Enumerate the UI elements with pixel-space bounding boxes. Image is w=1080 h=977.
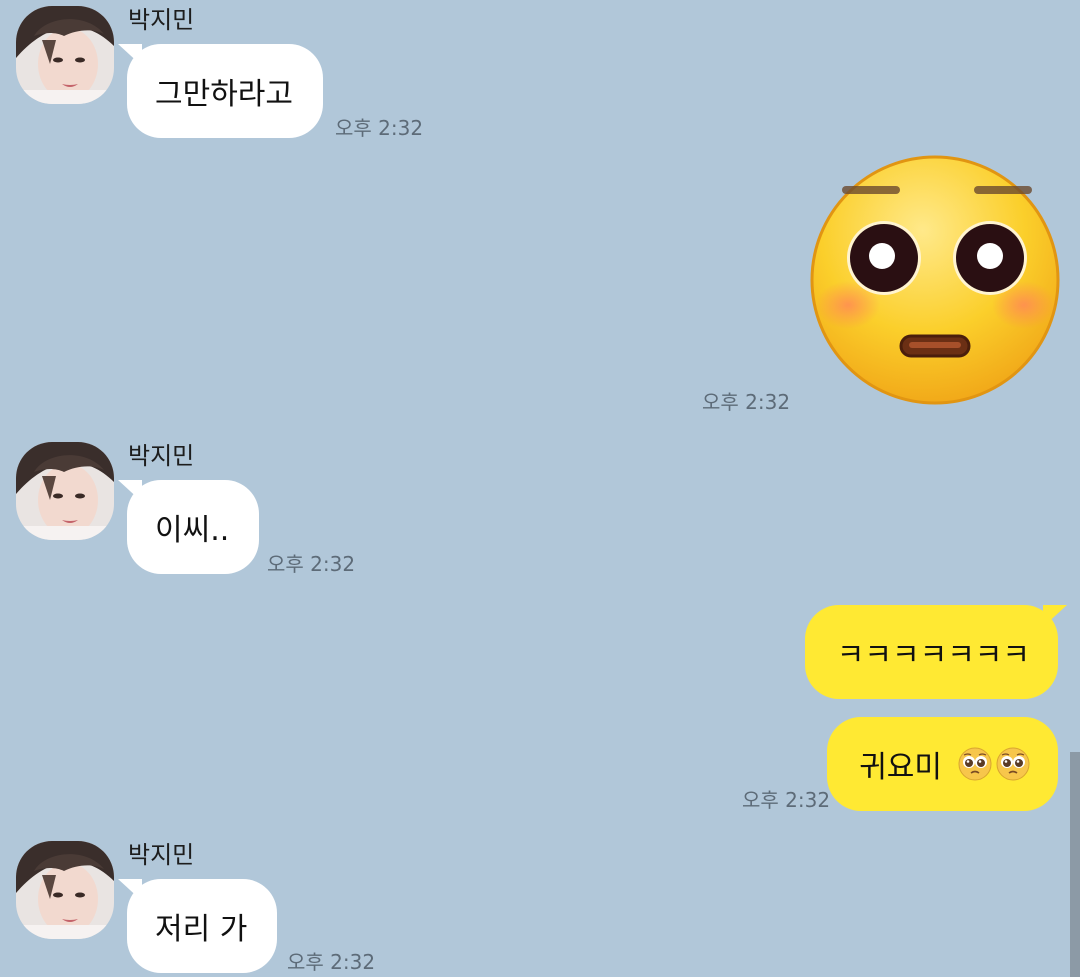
message-bubble[interactable]: 그만하라고 — [127, 44, 323, 138]
sender-name: 박지민 — [128, 442, 195, 470]
message-text: 저리 가 — [155, 912, 248, 947]
message-timestamp: 오후 2:32 — [287, 950, 376, 974]
avatar[interactable] — [16, 841, 114, 939]
message-text: 귀요미 — [859, 750, 942, 785]
avatar[interactable] — [16, 442, 114, 540]
message-timestamp: 오후 2:32 — [742, 788, 831, 812]
sender-name: 박지민 — [128, 6, 195, 34]
message-bubble[interactable]: 저리 가 — [127, 879, 278, 973]
avatar[interactable] — [16, 6, 114, 104]
message-text: 이씨.. — [155, 513, 230, 548]
message-bubble[interactable]: ㅋㅋㅋㅋㅋㅋㅋ — [804, 605, 1058, 699]
pleading-face-icon — [958, 747, 992, 781]
message-timestamp: 오후 2:32 — [267, 552, 356, 576]
sender-name: 박지민 — [128, 841, 195, 869]
message-timestamp: 오후 2:32 — [702, 390, 791, 414]
message-timestamp: 오후 2:32 — [335, 116, 424, 140]
message-text: 그만하라고 — [155, 77, 293, 112]
pleading-face-icon — [996, 747, 1030, 781]
scrollbar[interactable] — [1070, 752, 1080, 977]
message-bubble[interactable]: 귀요미 — [827, 717, 1058, 811]
message-bubble[interactable]: 이씨.. — [127, 480, 260, 574]
message-text: ㅋㅋㅋㅋㅋㅋㅋ — [836, 638, 1030, 673]
flushed-face-sticker[interactable] — [806, 150, 1064, 410]
